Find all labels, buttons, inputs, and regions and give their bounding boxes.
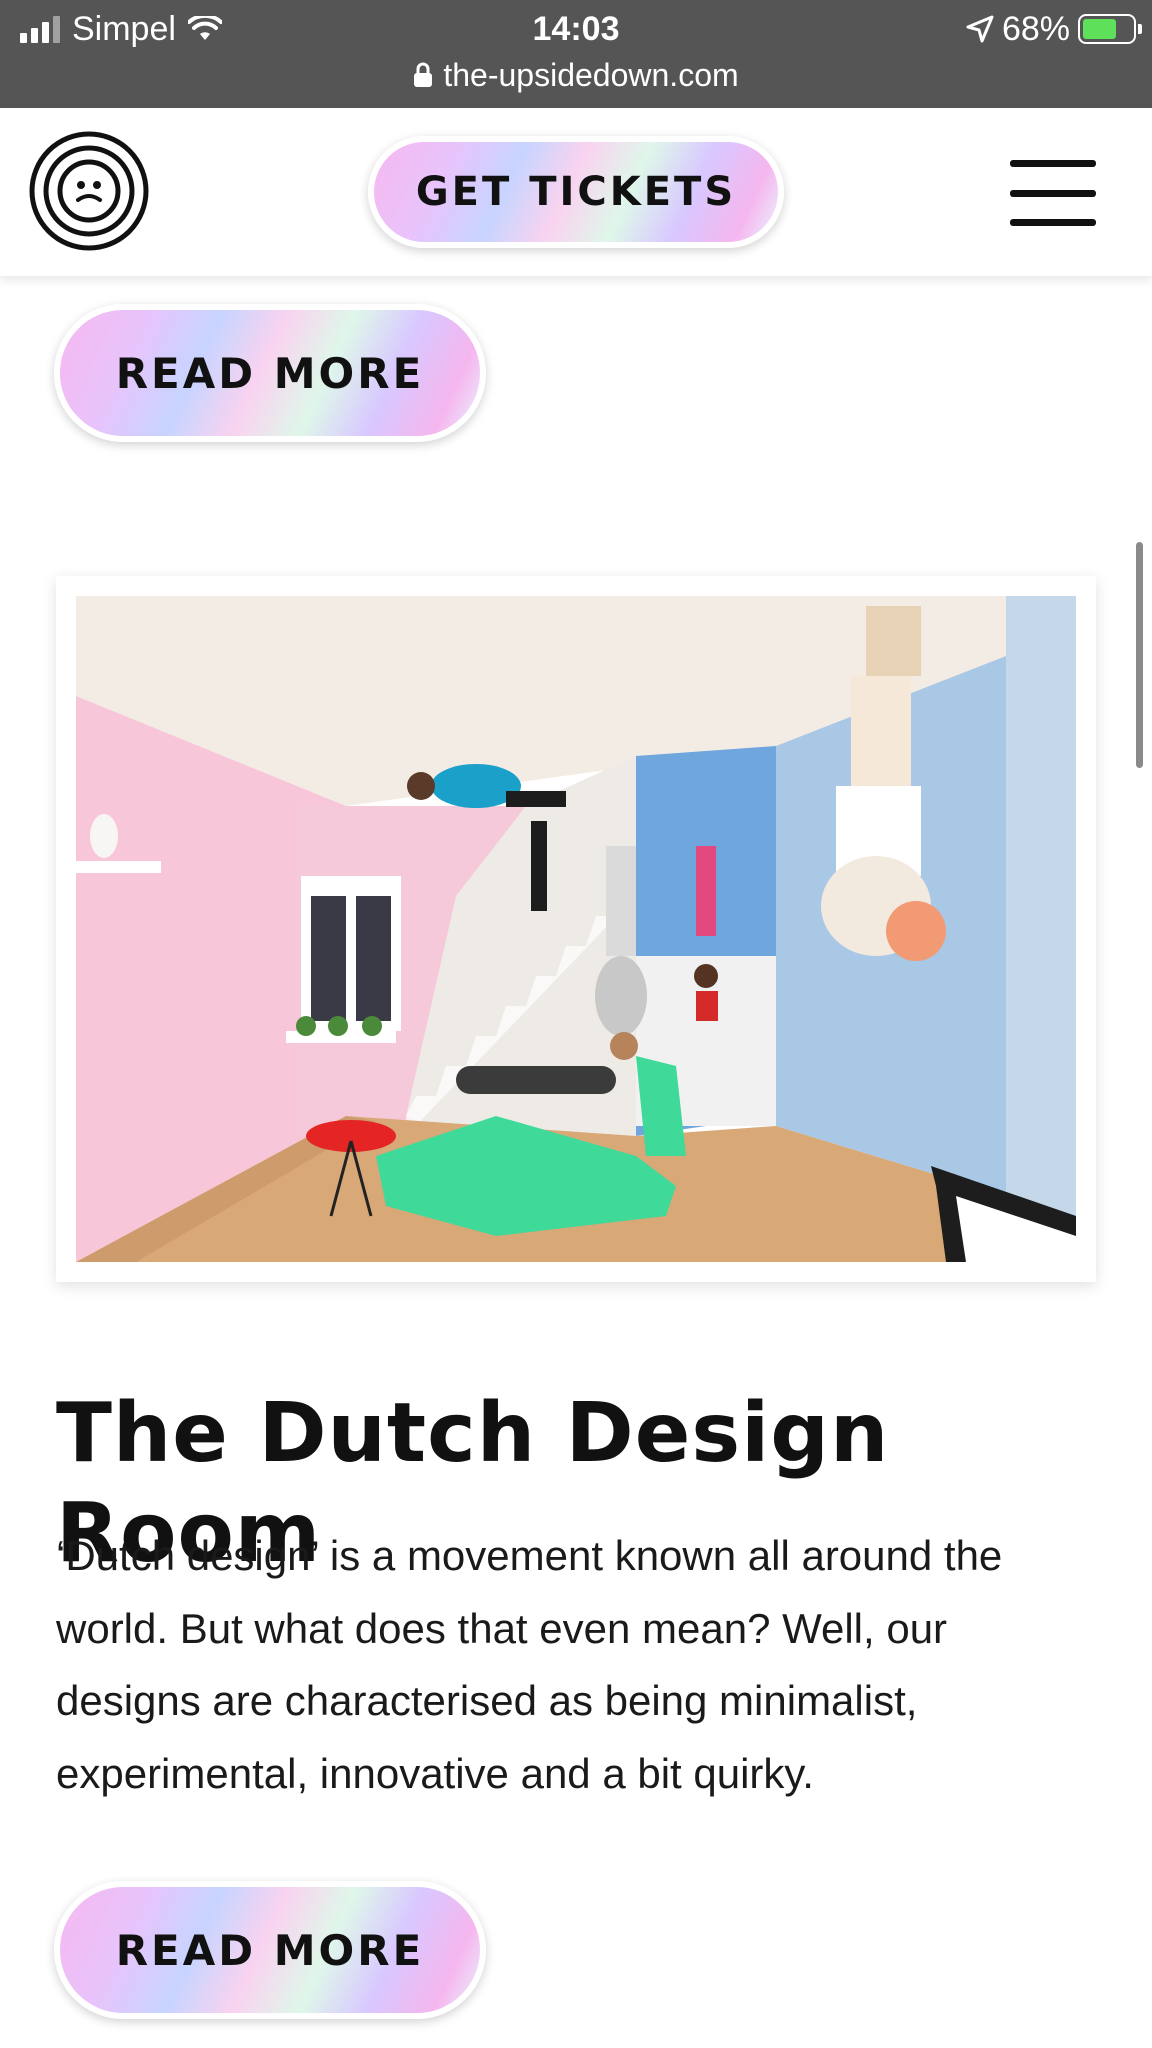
battery-fill — [1083, 19, 1116, 39]
status-bar: Simpel 14:03 68% the-upsidedown.com — [0, 0, 1152, 108]
lock-icon — [414, 62, 433, 87]
room-description: ‘Dutch design’ is a movement known all a… — [56, 1532, 1003, 1797]
read-more-button-previous[interactable]: READ MORE — [54, 304, 486, 442]
get-tickets-button[interactable]: GET TICKETS — [368, 136, 784, 248]
room-photo-card — [56, 576, 1096, 1282]
page-scrollbar[interactable] — [1136, 542, 1143, 768]
location-arrow-icon — [966, 15, 994, 43]
room-photo — [76, 596, 1076, 1262]
battery-percent: 68% — [1001, 9, 1070, 48]
read-more-button[interactable]: READ MORE — [54, 1881, 486, 2019]
logo-icon[interactable] — [28, 130, 150, 252]
url-text: the-upsidedown.com — [443, 56, 739, 93]
site-header: GET TICKETS — [0, 108, 1152, 276]
url-bar[interactable]: the-upsidedown.com — [0, 54, 1152, 96]
status-right: 68% — [966, 8, 1142, 50]
battery-icon — [1078, 14, 1142, 44]
hamburger-menu-icon[interactable] — [1010, 160, 1096, 226]
